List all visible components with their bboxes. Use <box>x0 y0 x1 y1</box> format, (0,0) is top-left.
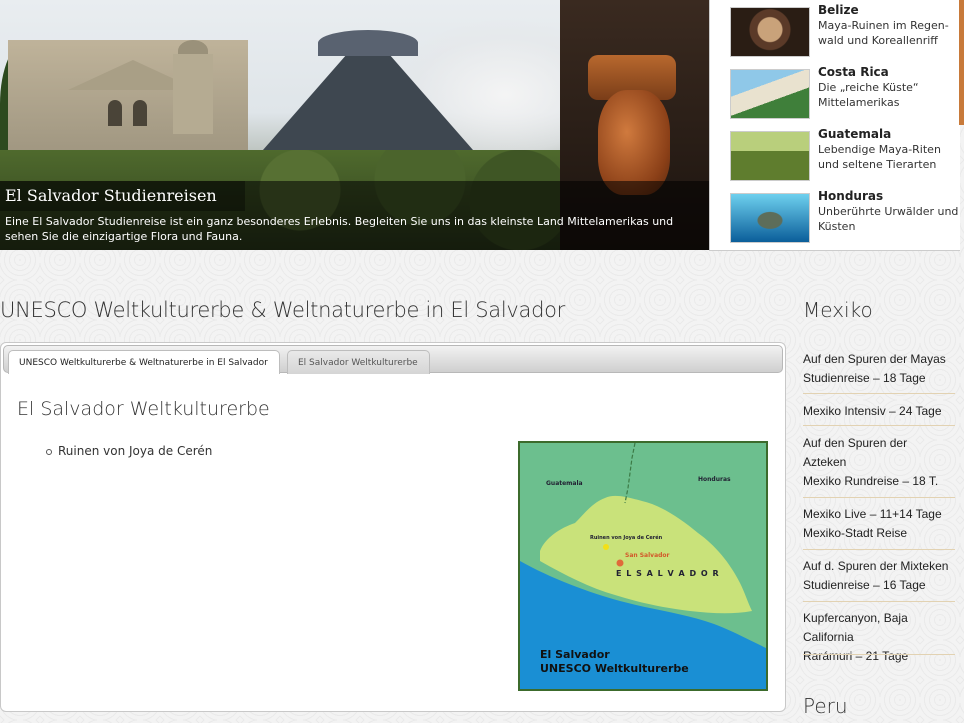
sidebar-link[interactable]: Auf d. Spuren der Mixteken Studienreise –… <box>803 557 955 595</box>
sidebar-link[interactable]: Mexiko Intensiv – 24 Tage <box>803 402 955 421</box>
country-name[interactable]: Costa Rica <box>818 65 889 79</box>
country-item-honduras[interactable]: Honduras Unberührte Urwälder und Küsten <box>710 186 960 248</box>
church-tower <box>173 54 213 134</box>
section-title: El Salvador Weltkulturerbe <box>17 398 270 420</box>
map-title-line1: El Salvador <box>540 648 610 661</box>
country-item-belize[interactable]: Belize Maya-Ruinen im Regen-wald und Kor… <box>710 0 960 62</box>
sidebar-divider <box>803 549 955 550</box>
country-list: Belize Maya-Ruinen im Regen-wald und Kor… <box>709 0 960 251</box>
country-name[interactable]: Guatemala <box>818 127 891 141</box>
country-desc: Lebendige Maya-Riten und seltene Tierart… <box>818 143 941 171</box>
map-label-guatemala: Guatemala <box>546 480 583 487</box>
church-window <box>133 100 147 126</box>
sidebar-link[interactable]: Mexiko Live – 11+14 Tage Mexiko-Stadt Rei… <box>803 505 955 543</box>
sidebar-divider <box>803 654 955 655</box>
hero-banner[interactable]: El Salvador Studienreisen Eine El Salvad… <box>0 0 709 250</box>
sidebar-link[interactable]: Auf den Spuren der Azteken Mexiko Rundreis… <box>803 434 955 491</box>
map-label-san-salvador: San Salvador <box>625 552 670 559</box>
thumb-image[interactable] <box>730 131 810 181</box>
site-marker <box>603 544 609 550</box>
country-desc: Die „reiche Küste“ Mittelamerikas <box>818 81 919 109</box>
page-title: UNESCO Weltkulturerbe & Weltnaturerbe in… <box>0 298 566 322</box>
church-window <box>108 100 122 126</box>
tab-weltkulturerbe[interactable]: El Salvador Weltkulturerbe <box>287 350 430 374</box>
thumb-image[interactable] <box>730 69 810 119</box>
country-item-guatemala[interactable]: Guatemala Lebendige Maya-Riten und selte… <box>710 124 960 186</box>
partial-image-edge <box>959 0 964 125</box>
heritage-map: Guatemala Honduras Ruinen von Joya de Ce… <box>518 441 768 691</box>
country-desc: Maya-Ruinen im Regen-wald und Koreallenr… <box>818 19 949 47</box>
heritage-list: Ruinen von Joya de Cerén <box>46 444 212 458</box>
tab-bar: UNESCO Weltkulturerbe & Weltnaturerbe in… <box>3 345 783 374</box>
sidebar-divider <box>803 425 955 426</box>
country-name[interactable]: Belize <box>818 3 859 17</box>
statue-head <box>598 90 670 195</box>
sidebar-divider <box>803 393 955 394</box>
country-item-costa-rica[interactable]: Costa Rica Die „reiche Küste“ Mittelamer… <box>710 62 960 124</box>
tab-unesco-overview[interactable]: UNESCO Weltkulturerbe & Weltnaturerbe in… <box>8 350 280 374</box>
thumb-image[interactable] <box>730 7 810 57</box>
country-name[interactable]: Honduras <box>818 189 883 203</box>
map-label-honduras: Honduras <box>698 476 731 483</box>
sidebar-link[interactable]: Kupfercanyon, Baja California Rarámuri – … <box>803 609 955 666</box>
capital-marker <box>616 559 624 567</box>
list-item: Ruinen von Joya de Cerén <box>46 444 212 458</box>
hero-title[interactable]: El Salvador Studienreisen <box>5 186 217 205</box>
country-desc: Unberührte Urwälder und Küsten <box>818 205 959 233</box>
map-label-ruinen: Ruinen von Joya de Cerén <box>590 535 663 541</box>
sidebar-heading-mexiko: Mexiko <box>803 298 873 322</box>
sidebar-link[interactable]: Auf den Spuren der Mayas Studienreise – 1… <box>803 350 955 388</box>
hero-text: Eine El Salvador Studienreise ist ein ga… <box>5 215 674 243</box>
thumb-image[interactable] <box>730 193 810 243</box>
volcano-tip <box>318 30 418 56</box>
sidebar-heading-peru: Peru <box>803 694 848 718</box>
map-title-line2: UNESCO Weltkulturerbe <box>540 662 689 675</box>
map-label-country: E L S A L V A D O R <box>616 569 720 578</box>
sidebar-divider <box>803 601 955 602</box>
sidebar-divider <box>803 497 955 498</box>
